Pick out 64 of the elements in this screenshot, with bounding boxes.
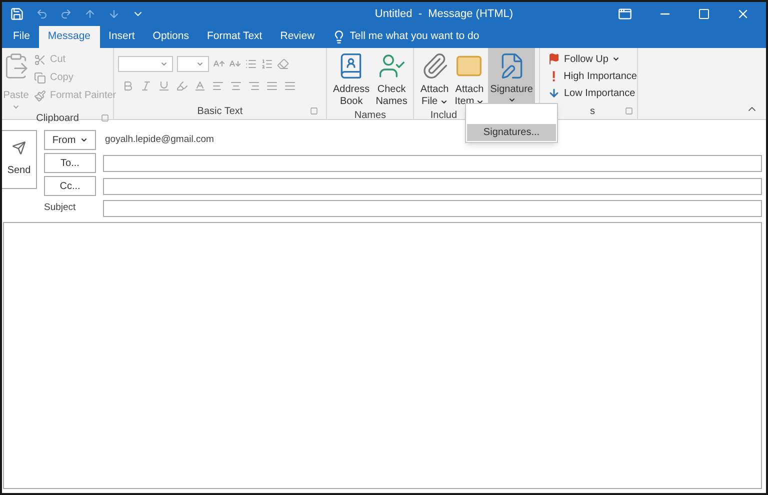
align-center-icon[interactable] [230,80,242,92]
group-label: Names [354,109,386,123]
copy-icon [34,72,46,84]
caret-icon [80,136,88,144]
ribbon-tab[interactable]: Review [271,26,324,48]
arrow-up-icon[interactable] [84,8,96,20]
ribbon-button[interactable]: Follow Up [548,52,637,66]
to-button[interactable]: To... [44,153,96,173]
dialog-launcher-icon[interactable] [625,107,633,115]
paintbrush-icon [34,90,46,102]
group-label: Clipboard [36,112,79,126]
save-icon[interactable] [10,7,24,21]
menu-item[interactable]: Signatures... [467,124,556,141]
subject-label: Subject [44,200,77,215]
align-left-icon[interactable] [212,80,224,92]
sender-address: goyalh.lepide@gmail.com [105,132,214,147]
font-name-field[interactable] [118,56,173,72]
ribbon-button[interactable]: Check Names [374,48,410,108]
dialog-launcher-icon[interactable] [101,114,109,122]
arrow-down-icon [548,87,560,99]
clear-formatting-icon[interactable] [277,58,289,70]
scissors-icon [34,54,46,66]
font-size-field[interactable] [177,56,209,72]
font-color-icon[interactable] [194,80,206,92]
ribbon-tab[interactable]: Format Text [198,26,272,48]
group-label: s [590,104,595,118]
group-label: Basic Text [197,104,243,118]
caret-icon [160,60,168,68]
subject-field[interactable] [103,200,762,216]
check-names-icon [378,52,406,80]
ribbon-tab[interactable]: Insert [100,26,144,48]
ribbon-button[interactable]: Low Importance [548,86,637,100]
ribbon-button[interactable]: Attach File [418,48,451,108]
undo-icon[interactable] [36,8,48,20]
send-button[interactable]: Send [2,130,37,189]
to-field[interactable] [103,154,762,172]
underline-icon[interactable] [158,80,170,92]
from-button[interactable]: From [44,130,96,150]
ribbon-button[interactable]: Address Book [331,48,372,108]
ribbon-button[interactable]: High Importance [548,69,637,83]
window-title: Untitled - Message (HTML) [374,6,514,22]
dialog-launcher-icon[interactable] [310,107,318,115]
caret-icon [196,60,204,68]
cc-field[interactable] [103,178,762,194]
tell-me-field[interactable]: Tell me what you want to do [350,29,510,45]
paperclip-icon [420,52,449,80]
ribbon-tab[interactable]: Options [144,26,198,48]
italic-icon[interactable] [140,80,152,92]
bold-icon[interactable] [122,80,134,92]
cc-button[interactable]: Cc... [44,176,96,196]
ribbon-tab[interactable]: File [4,26,39,48]
send-icon [12,141,26,155]
close-icon[interactable] [736,7,750,21]
flag-icon [548,53,560,65]
numbering-icon[interactable] [261,58,273,70]
group-label: Includ [430,109,458,123]
highlighter-icon[interactable] [176,80,188,92]
ribbon-options-icon[interactable] [618,7,632,21]
caret-icon [12,103,20,111]
maximize-icon[interactable] [698,8,710,20]
align-right-icon[interactable] [248,80,260,92]
arrow-down-icon[interactable] [108,8,120,20]
redo-icon[interactable] [60,8,72,20]
ribbon-tab[interactable]: Message [38,26,100,48]
